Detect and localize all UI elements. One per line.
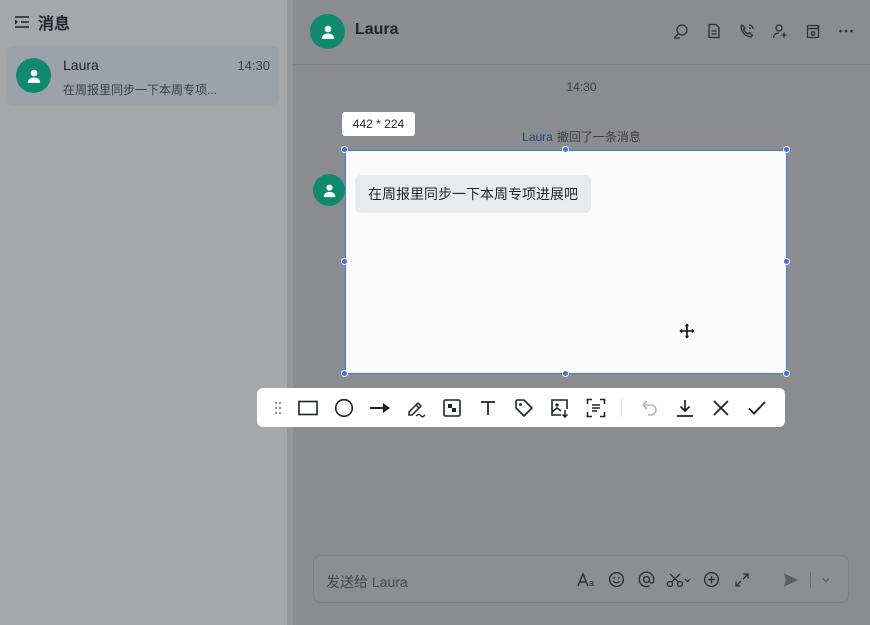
- mention-icon[interactable]: [636, 569, 657, 590]
- user-icon: [323, 184, 335, 197]
- drag-handle-icon[interactable]: [266, 396, 290, 420]
- download-icon[interactable]: [673, 396, 697, 420]
- svg-text:a: a: [589, 578, 594, 588]
- chat-avatar[interactable]: [310, 14, 345, 49]
- archive-icon[interactable]: [803, 21, 823, 41]
- message-bubble[interactable]: 在周报里同步一下本周专项进展吧: [355, 175, 591, 213]
- emoji-icon[interactable]: [606, 569, 627, 590]
- sidebar-title: 消息: [38, 16, 71, 33]
- message-avatar[interactable]: [313, 174, 345, 206]
- image-icon[interactable]: [548, 396, 572, 420]
- undo-icon[interactable]: [638, 396, 662, 420]
- mosaic-icon[interactable]: [440, 396, 464, 420]
- resize-handle-se[interactable]: [783, 370, 790, 377]
- input-toolbar: a: [576, 569, 832, 590]
- confirm-icon[interactable]: [745, 396, 769, 420]
- expand-icon[interactable]: [731, 569, 752, 590]
- circle-icon[interactable]: [332, 396, 356, 420]
- conversation-item[interactable]: Laura 14:30 在周报里同步一下本周专项...: [7, 46, 279, 105]
- arrow-icon[interactable]: [368, 396, 392, 420]
- send-divider: [810, 571, 811, 588]
- font-icon[interactable]: a: [576, 569, 597, 590]
- recall-sender[interactable]: Laura: [522, 130, 553, 144]
- chat-title: Laura: [355, 21, 399, 38]
- tag-icon[interactable]: [512, 396, 536, 420]
- resize-handle-w[interactable]: [341, 258, 348, 265]
- toolbar-divider: [621, 398, 622, 417]
- text-icon[interactable]: [476, 396, 500, 420]
- close-icon[interactable]: [709, 396, 733, 420]
- time-separator: 14:30: [566, 80, 597, 94]
- chevron-down-icon[interactable]: [820, 569, 832, 590]
- ocr-icon[interactable]: [584, 396, 608, 420]
- chat-header: Laura: [293, 0, 870, 65]
- resize-handle-n[interactable]: [562, 146, 569, 153]
- conversation-preview: 在周报里同步一下本周专项...: [63, 83, 218, 97]
- resize-handle-nw[interactable]: [341, 146, 348, 153]
- pen-icon[interactable]: [404, 396, 428, 420]
- conversation-name: Laura: [63, 57, 99, 73]
- rectangle-icon[interactable]: [296, 396, 320, 420]
- send-icon[interactable]: [780, 569, 801, 590]
- doc-icon[interactable]: [704, 21, 724, 41]
- header-actions: [671, 21, 856, 41]
- sidebar-header: 消息: [14, 11, 70, 33]
- user-icon: [27, 69, 40, 83]
- scissors-icon[interactable]: [666, 569, 692, 590]
- conversation-time: 14:30: [237, 58, 270, 73]
- plus-icon[interactable]: [701, 569, 722, 590]
- message-input[interactable]: 发送给 Laura a: [313, 555, 849, 603]
- resize-handle-s[interactable]: [562, 370, 569, 377]
- search-icon[interactable]: [671, 21, 691, 41]
- move-cursor-icon: [679, 323, 695, 339]
- resize-handle-ne[interactable]: [783, 146, 790, 153]
- sidebar: 消息 Laura 14:30 在周报里同步一下本周专项...: [0, 0, 287, 625]
- capture-size-label: 442 * 224: [342, 112, 415, 136]
- input-placeholder: 发送给 Laura: [326, 574, 408, 590]
- resize-handle-sw[interactable]: [341, 370, 348, 377]
- capture-toolbar: [257, 388, 785, 427]
- add-member-icon[interactable]: [770, 21, 790, 41]
- recall-text: 撤回了一条消息: [556, 130, 641, 144]
- more-icon[interactable]: [836, 21, 856, 41]
- avatar: [16, 58, 51, 93]
- phone-icon[interactable]: [737, 21, 757, 41]
- user-icon: [321, 25, 334, 39]
- menu-fold-icon[interactable]: [14, 14, 30, 30]
- resize-handle-e[interactable]: [783, 258, 790, 265]
